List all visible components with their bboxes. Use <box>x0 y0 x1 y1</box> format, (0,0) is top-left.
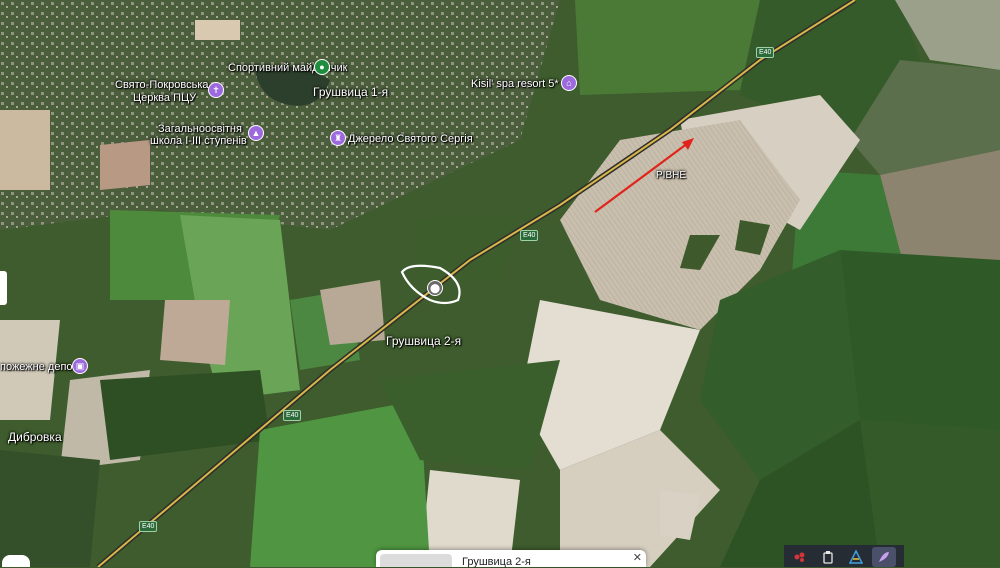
layers-thumbnail-button[interactable] <box>2 555 30 567</box>
spring-label[interactable]: Джерело Святого Сергія <box>348 133 473 145</box>
fire-station-icon[interactable]: ▣ <box>72 358 88 374</box>
road-shield-e40: E40 <box>520 230 539 241</box>
extension-toolbar <box>784 545 904 567</box>
rivne-label: РІВНЕ <box>656 170 687 181</box>
school-cap-icon[interactable]: ▲ <box>248 125 264 141</box>
fire-depot-label[interactable]: пожежне депо <box>0 361 73 373</box>
road-shield-e40: E40 <box>283 410 302 421</box>
close-icon[interactable]: ✕ <box>633 551 642 564</box>
vpn-icon[interactable] <box>844 547 868 567</box>
resort-label[interactable]: Kisil' spa resort 5* <box>471 78 559 90</box>
green-circle-pin-icon[interactable]: ● <box>314 59 330 75</box>
location-pin-icon[interactable]: ⬤ <box>427 280 443 296</box>
road-shield-e40: E40 <box>756 47 775 58</box>
puzzle-icon[interactable] <box>788 547 812 567</box>
hotel-bed-icon[interactable]: ⌂ <box>561 75 577 91</box>
church-cross-icon[interactable]: ✝ <box>208 82 224 98</box>
school-label-line1[interactable]: Загальноосвітня <box>158 123 242 135</box>
place-card-title: Грушвица 2-я <box>462 556 531 568</box>
school-label-line2[interactable]: школа I-III ступенів <box>150 135 247 147</box>
village-2-label[interactable]: Грушвица 2-я <box>386 335 461 347</box>
village-1-label[interactable]: Грушвица 1-я <box>313 86 388 98</box>
side-panel-toggle[interactable] <box>0 271 7 305</box>
clipboard-icon[interactable] <box>816 547 840 567</box>
dybrovka-label[interactable]: Дибровка <box>8 431 62 443</box>
feather-icon[interactable] <box>872 547 896 567</box>
place-thumbnail[interactable] <box>380 554 452 567</box>
place-card[interactable]: Грушвица 2-я ✕ <box>376 550 646 568</box>
church-label-line2[interactable]: Церква ПЦУ <box>133 92 196 104</box>
landmark-icon[interactable]: ♜ <box>330 130 346 146</box>
road-shield-e40: E40 <box>139 521 158 532</box>
church-label-line1[interactable]: Свято-Покровська <box>115 79 209 91</box>
